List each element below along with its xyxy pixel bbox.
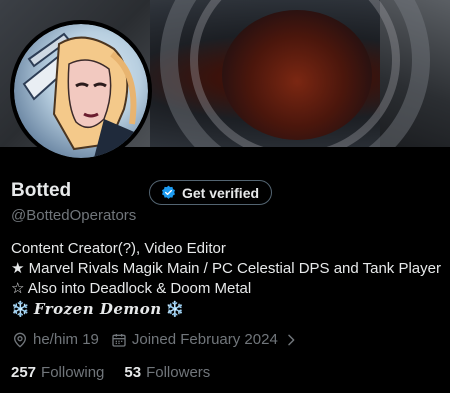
verified-badge-icon — [162, 185, 175, 199]
profile-name: Botted — [11, 180, 72, 201]
bio-fancy-text: Frozen Demon — [33, 300, 162, 318]
followers-count: 53 — [124, 364, 142, 381]
followers-link[interactable]: 53 Followers — [124, 364, 210, 381]
following-link[interactable]: 257 Following — [11, 364, 104, 381]
avatar-illustration — [22, 32, 148, 158]
bio-line-4: ❄️ Frozen Demon ❄️ — [11, 299, 446, 320]
profile-handle: @BottedOperators — [11, 207, 137, 224]
chevron-right-icon — [288, 334, 295, 345]
profile-stats: 257 Following 53 Followers — [11, 364, 210, 381]
profile-bio: Content Creator(?), Video Editor ★ Marve… — [11, 239, 446, 320]
snowflake-icon-right: ❄️ — [161, 301, 185, 318]
followers-label: Followers — [146, 364, 211, 381]
snowflake-icon-left: ❄️ — [11, 301, 34, 318]
location-pin-icon — [13, 332, 27, 348]
pronouns-text: he/him 19 — [33, 331, 99, 348]
bio-line-1: Content Creator(?), Video Editor — [11, 240, 226, 257]
calendar-icon — [112, 333, 126, 347]
joined-item[interactable]: Joined February 2024 — [111, 331, 299, 348]
bio-line-3: ☆ Also into Deadlock & Doom Metal — [11, 280, 252, 297]
get-verified-label: Get verified — [182, 184, 260, 201]
following-count: 257 — [11, 364, 37, 381]
profile-meta: he/him 19 Joined February 2024 — [12, 331, 311, 348]
banner-core-glow — [222, 10, 372, 140]
pronouns-item: he/him 19 — [12, 331, 99, 348]
get-verified-button[interactable]: Get verified — [149, 180, 273, 205]
bio-line-2: ★ Marvel Rivals Magik Main / PC Celestia… — [11, 260, 441, 277]
profile-avatar[interactable] — [10, 20, 152, 162]
following-label: Following — [41, 364, 105, 381]
joined-text: Joined February 2024 — [131, 331, 278, 348]
avatar-image — [14, 24, 148, 158]
